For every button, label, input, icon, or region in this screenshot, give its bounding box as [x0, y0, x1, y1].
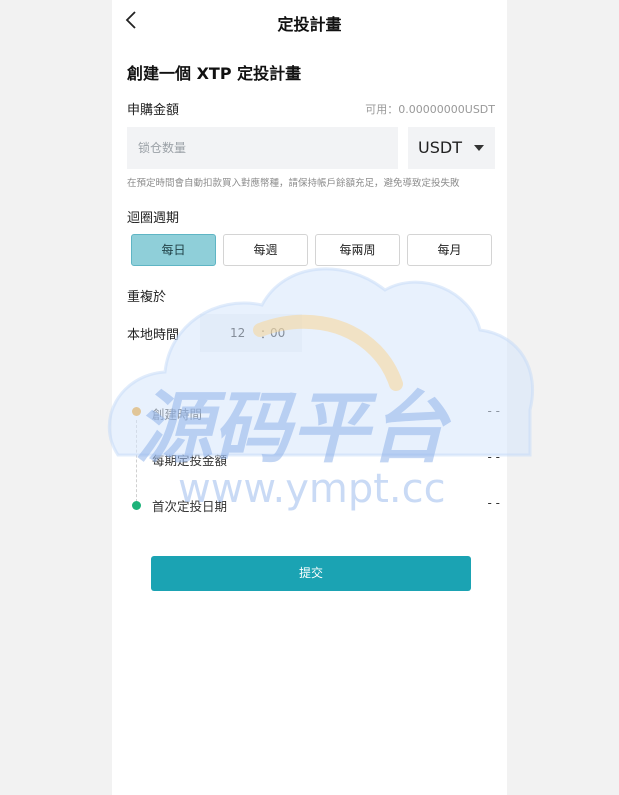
currency-select[interactable]: USDT: [408, 127, 495, 169]
timeline-dot-green: [132, 501, 141, 510]
cycle-option-weekly[interactable]: 每週: [223, 234, 308, 266]
timeline-value-amount: - -: [487, 450, 500, 464]
currency-value: USDT: [418, 138, 462, 157]
time-hour[interactable]: 12: [230, 326, 245, 340]
timeline-label-first-date: 首次定投日期: [152, 499, 228, 514]
timeline-connector: [136, 420, 137, 502]
app-screen: 定投計畫 創建一個 XTP 定投計畫 申購金額 可用：0.00000000USD…: [112, 0, 507, 795]
timeline-dot-orange: [132, 407, 141, 416]
repeat-label: 重複於: [127, 290, 167, 305]
cycle-option-biweekly[interactable]: 每兩周: [315, 234, 400, 266]
page-title: 定投計畫: [277, 15, 342, 34]
cycle-option-daily[interactable]: 每日: [131, 234, 216, 266]
time-minute[interactable]: 00: [270, 326, 285, 340]
cycle-option-monthly[interactable]: 每月: [407, 234, 492, 266]
amount-input[interactable]: [127, 127, 398, 169]
local-time-label: 本地時間: [127, 328, 180, 343]
available-balance: 可用：0.00000000USDT: [365, 103, 495, 116]
submit-button[interactable]: 提交: [151, 556, 471, 591]
deduction-hint: 在預定時間會自動扣款買入對應幣種，請保持帳戶餘額充足，避免導致定投失敗: [127, 178, 460, 189]
timeline-value-first-date: - -: [487, 496, 500, 510]
timeline-value-created: - -: [487, 404, 500, 418]
amount-label: 申購金額: [127, 103, 180, 118]
plan-heading: 創建一個 XTP 定投計畫: [127, 64, 302, 83]
timeline-label-amount: 每期定投金額: [152, 453, 228, 468]
cycle-label: 迴圈週期: [127, 211, 180, 226]
caret-down-icon: [474, 145, 484, 151]
top-nav: 定投計畫: [112, 0, 507, 42]
time-picker[interactable]: 12 ： 00: [200, 314, 302, 352]
timeline-label-created: 創建時間: [152, 407, 203, 422]
